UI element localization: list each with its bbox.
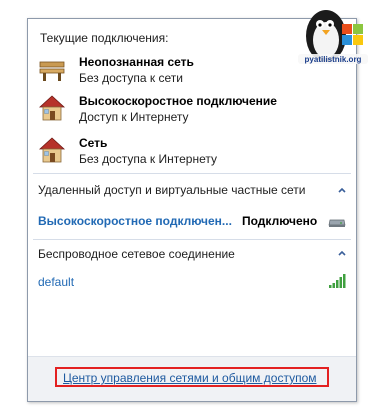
vpn-section-heading: Удаленный доступ и виртуальные частные с…: [38, 183, 306, 197]
connection-item-highspeed[interactable]: Высокоскоростное подключение Доступ к Ин…: [38, 94, 338, 130]
bench-icon: [39, 61, 65, 81]
network-flyout: Текущие подключения: Неопознанная сеть Б…: [27, 18, 357, 402]
current-connections-heading: Текущие подключения:: [40, 31, 169, 45]
connection-name: Высокоскоростное подключение: [79, 94, 277, 108]
vpn-connection-item[interactable]: Высокоскоростное подключен... Подключено: [38, 214, 346, 232]
connection-name: Неопознанная сеть: [79, 55, 194, 69]
connection-name: Сеть: [79, 136, 108, 150]
modem-icon: [328, 219, 346, 227]
connection-item-network[interactable]: Сеть Без доступа к Интернету: [38, 136, 338, 172]
wireless-network-item[interactable]: default: [38, 274, 346, 293]
chevron-up-icon[interactable]: [336, 247, 348, 259]
svg-text:pyatilistnik.org: pyatilistnik.org: [305, 55, 362, 64]
connection-item-unidentified[interactable]: Неопознанная сеть Без доступа к сети: [38, 55, 338, 91]
divider: [33, 239, 351, 240]
highlight-box: Центр управления сетями и общим доступом: [55, 367, 329, 387]
connection-status: Доступ к Интернету: [79, 110, 189, 124]
connection-status: Без доступа к Интернету: [79, 152, 218, 166]
vpn-connection-status: Подключено: [242, 214, 318, 228]
penguin-logo: pyatilistnik.org: [298, 10, 368, 64]
network-center-link[interactable]: Центр управления сетями и общим доступом: [63, 371, 317, 385]
signal-strength-icon: [329, 274, 346, 288]
chevron-up-icon[interactable]: [336, 184, 348, 196]
connection-status: Без доступа к сети: [79, 71, 183, 85]
divider: [33, 173, 351, 174]
house-icon: [38, 137, 66, 163]
wireless-section-heading: Беспроводное сетевое соединение: [38, 247, 235, 261]
wireless-network-name: default: [38, 275, 75, 289]
vpn-connection-name: Высокоскоростное подключен...: [38, 214, 232, 228]
house-icon: [38, 95, 66, 121]
flyout-footer: Центр управления сетями и общим доступом: [28, 356, 356, 401]
